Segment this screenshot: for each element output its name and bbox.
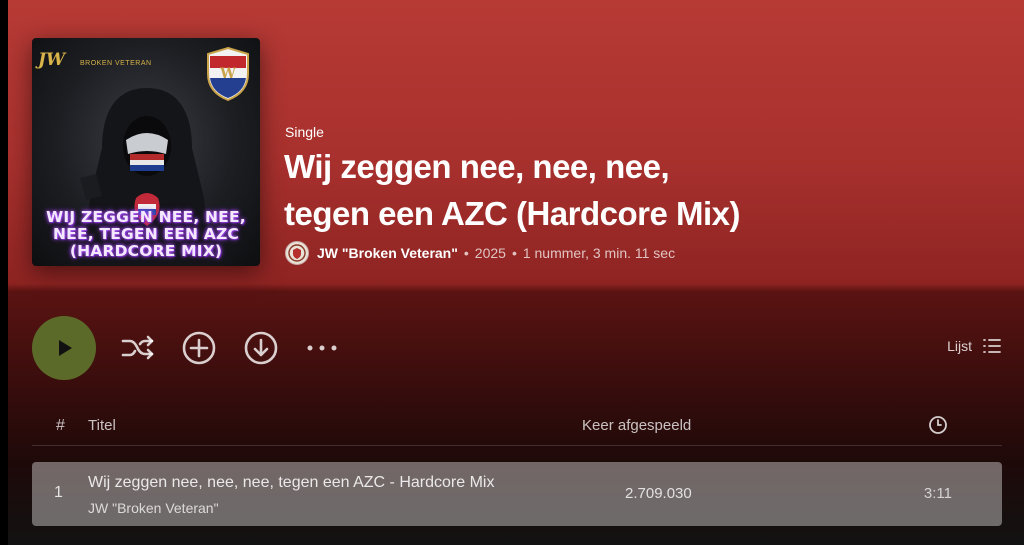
separator-dot: • xyxy=(463,245,469,261)
download-icon xyxy=(244,331,278,365)
cover-logo: JW xyxy=(38,50,66,70)
track-summary: 1 nummer, 3 min. 11 sec xyxy=(522,245,676,261)
track-title[interactable]: Wij zeggen nee, nee, nee, tegen een AZC … xyxy=(88,474,494,492)
album-title: Wij zeggen nee, nee, nee, tegen een AZC … xyxy=(284,143,844,237)
album-page: JW BROKEN VETERAN W WIJ ZEGGEN NEE, NEE,… xyxy=(8,0,1024,545)
cover-logo-subtitle: BROKEN VETERAN xyxy=(80,60,152,67)
release-type-label: Single xyxy=(285,124,324,140)
column-header-plays[interactable]: Keer afgespeeld xyxy=(582,417,691,434)
cover-title-line: (HARDCORE MIX) xyxy=(69,242,223,260)
column-header-title[interactable]: Titel xyxy=(88,417,116,434)
album-title-line: tegen een AZC (Hardcore Mix) xyxy=(284,195,741,232)
artist-link[interactable]: JW "Broken Veteran" xyxy=(317,245,458,261)
more-icon xyxy=(307,345,337,351)
add-to-library-button[interactable] xyxy=(180,329,218,367)
shuffle-button[interactable] xyxy=(120,330,156,366)
play-button[interactable] xyxy=(32,316,96,380)
more-options-button[interactable] xyxy=(304,334,340,362)
column-header-duration[interactable] xyxy=(928,415,948,438)
add-circle-icon xyxy=(182,331,216,365)
column-header-number: # xyxy=(56,417,65,434)
release-year: 2025 xyxy=(474,245,506,261)
svg-text:W: W xyxy=(219,66,236,82)
view-mode-label: Lijst xyxy=(947,338,972,354)
cover-title: WIJ ZEGGEN NEE, NEE, NEE, TEGEN EEN AZC … xyxy=(32,209,260,260)
track-duration: 3:11 xyxy=(923,485,952,502)
artist-avatar[interactable] xyxy=(285,241,309,265)
play-icon xyxy=(59,340,72,356)
separator-dot: • xyxy=(511,245,517,261)
track-number: 1 xyxy=(54,484,63,501)
album-title-line: Wij zeggen nee, nee, nee, xyxy=(284,148,670,185)
track-table-header: # Titel Keer afgespeeld xyxy=(32,410,1002,446)
cover-title-line: NEE, TEGEN EEN AZC xyxy=(52,225,240,243)
artist-emblem-icon xyxy=(288,244,306,262)
list-icon xyxy=(983,339,1001,353)
album-meta: JW "Broken Veteran" • 2025 • 1 nummer, 3… xyxy=(285,240,675,266)
clock-icon xyxy=(929,416,947,434)
download-button[interactable] xyxy=(242,329,280,367)
track-artist[interactable]: JW "Broken Veteran" xyxy=(88,500,219,516)
track-play-count: 2.709.030 xyxy=(625,485,692,502)
shield-emblem-icon: W xyxy=(207,46,249,102)
track-row[interactable]: 1 Wij zeggen nee, nee, nee, tegen een AZ… xyxy=(32,462,1002,526)
cover-title-line: WIJ ZEGGEN NEE, NEE, xyxy=(46,208,246,226)
shuffle-icon xyxy=(121,335,154,360)
album-cover: JW BROKEN VETERAN W WIJ ZEGGEN NEE, NEE,… xyxy=(32,38,260,266)
view-mode-toggle[interactable]: Lijst xyxy=(947,337,1002,355)
window-edge xyxy=(0,0,8,545)
